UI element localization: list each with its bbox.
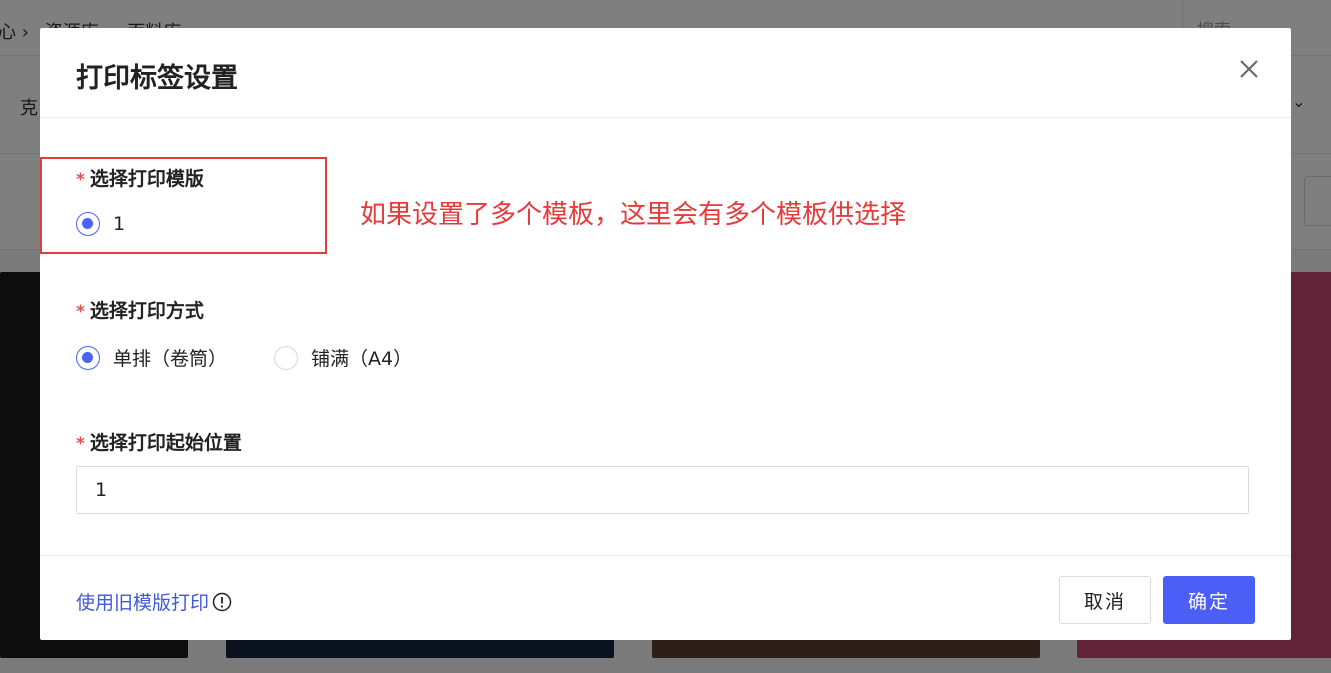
method-radio-fill[interactable] bbox=[274, 345, 298, 370]
start-position-input[interactable] bbox=[76, 466, 1249, 514]
required-mark: * bbox=[76, 170, 85, 190]
confirm-button[interactable]: 确定 bbox=[1163, 576, 1255, 624]
start-form-item: * 选择打印起始位置 bbox=[76, 428, 242, 455]
method-option-single[interactable]: 单排（卷筒） bbox=[76, 344, 227, 371]
method-label: * 选择打印方式 bbox=[76, 296, 204, 323]
annotation-text: 如果设置了多个模板，这里会有多个模板供选择 bbox=[360, 200, 907, 230]
modal-title: 打印标签设置 bbox=[76, 63, 238, 94]
close-icon[interactable] bbox=[1236, 56, 1262, 82]
method-option-fill[interactable]: 铺满（A4） bbox=[274, 344, 412, 371]
method-option-label: 铺满（A4） bbox=[311, 348, 413, 370]
method-form-item: * 选择打印方式 bbox=[76, 296, 204, 323]
method-radio-single[interactable] bbox=[76, 345, 100, 370]
start-label: * 选择打印起始位置 bbox=[76, 428, 242, 455]
print-label-settings-modal: 打印标签设置 * 选择打印模版 1 如果设置了多个模板，这里会有多个模板供选择 *… bbox=[40, 28, 1291, 640]
modal-header: 打印标签设置 bbox=[40, 28, 1291, 118]
template-radio[interactable] bbox=[76, 212, 100, 236]
old-template-print-link[interactable]: 使用旧模版打印 bbox=[76, 588, 232, 615]
start-label-text: 选择打印起始位置 bbox=[89, 432, 242, 454]
template-form-item: * 选择打印模版 bbox=[76, 164, 204, 191]
required-mark: * bbox=[76, 302, 85, 322]
info-icon[interactable] bbox=[212, 592, 232, 612]
template-label: * 选择打印模版 bbox=[76, 164, 204, 191]
required-mark: * bbox=[76, 434, 85, 454]
modal-footer: 使用旧模版打印 取消 确定 bbox=[40, 555, 1291, 640]
method-option-label: 单排（卷筒） bbox=[113, 348, 228, 370]
cancel-button[interactable]: 取消 bbox=[1059, 576, 1151, 624]
template-label-text: 选择打印模版 bbox=[89, 168, 204, 190]
template-option-label: 1 bbox=[113, 213, 126, 235]
template-option[interactable]: 1 bbox=[76, 212, 125, 236]
old-template-print-text[interactable]: 使用旧模版打印 bbox=[76, 588, 209, 615]
method-label-text: 选择打印方式 bbox=[89, 300, 204, 322]
